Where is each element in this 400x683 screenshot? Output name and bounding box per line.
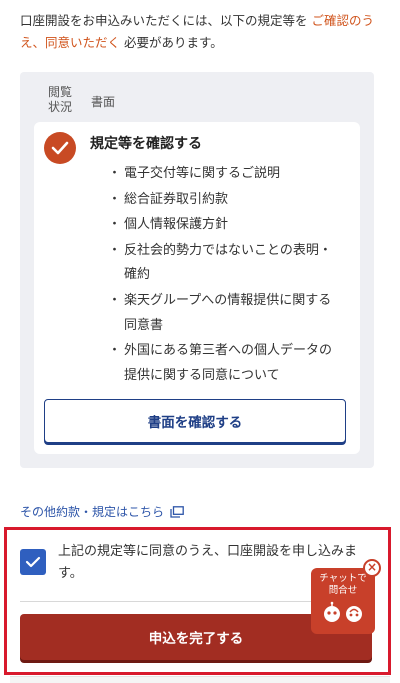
external-window-icon xyxy=(170,505,184,518)
confirm-documents-button[interactable]: 書面を確認する xyxy=(44,399,346,443)
card-title: 規定等を確認する xyxy=(90,136,202,152)
chat-widget-button[interactable]: チャットで 問合せ xyxy=(311,568,375,634)
intro-text-before: 口座開設をお申込みいただくには、以下の規定等を xyxy=(20,13,308,28)
document-item: 総合証券取引約款 xyxy=(108,188,344,213)
chat-close-icon[interactable]: × xyxy=(363,559,381,577)
other-terms-link[interactable]: その他約款・規定はこちら xyxy=(20,503,184,520)
document-item: 外国にある第三者への個人データの提供に関する同意について xyxy=(108,339,344,388)
agree-checkbox[interactable] xyxy=(20,549,46,575)
other-terms-link-label: その他約款・規定はこちら xyxy=(20,505,165,519)
document-item: 個人情報保護方針 xyxy=(108,213,344,238)
intro-text: 口座開設をお申込みいただくには、以下の規定等を ご確認のうえ、同意いただく 必要… xyxy=(20,10,385,54)
col-header-document: 書面 xyxy=(91,95,116,109)
col-header-status: 閲覧状況 xyxy=(48,85,73,114)
documents-panel: 閲覧状況 書面 規定等を確認する 電子交付等に関するご説明 総合証券取引約款 個… xyxy=(20,72,374,468)
viewed-check-icon xyxy=(44,132,76,164)
document-item: 電子交付等に関するご説明 xyxy=(108,162,344,187)
document-item: 楽天グループへの情報提供に関する同意書 xyxy=(108,289,344,338)
intro-text-after: 必要があります。 xyxy=(124,35,223,50)
document-list: 電子交付等に関するご説明 総合証券取引約款 個人情報保護方針 反社会的勢力ではな… xyxy=(108,162,344,389)
chat-label-line2: 問合せ xyxy=(328,585,358,596)
document-item: 反社会的勢力ではないことの表明・確約 xyxy=(108,239,344,288)
documents-card: 規定等を確認する 電子交付等に関するご説明 総合証券取引約款 個人情報保護方針 … xyxy=(34,122,360,454)
bottom-bar xyxy=(10,676,390,683)
chat-robots-icon xyxy=(324,601,362,622)
